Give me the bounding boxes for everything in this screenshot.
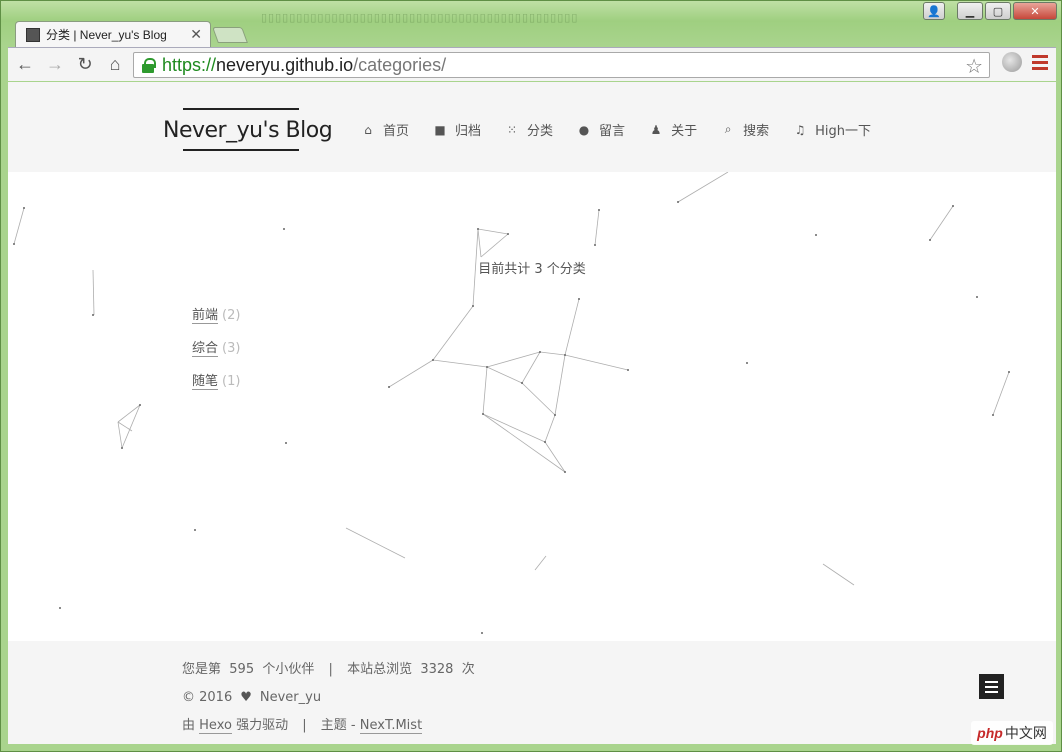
menu-label: 搜索 [743, 124, 770, 139]
favicon-icon [26, 27, 40, 42]
category-list: 前端 (2) 综合 (3) 随笔 (1) [192, 304, 240, 403]
powered-prefix: 由 [182, 718, 196, 733]
profile-icon[interactable]: 👤 [923, 2, 945, 20]
reload-icon[interactable]: ↻ [72, 52, 98, 78]
back-icon[interactable]: ← [12, 52, 38, 78]
pv-count: 3328 [420, 662, 454, 677]
address-bar[interactable]: https:// neveryu.github.io /categories/ … [133, 52, 990, 78]
menu-label: 关于 [671, 124, 698, 139]
category-count-badge: (3) [222, 341, 241, 356]
menu-item-home[interactable]: ⌂ 首页 [361, 120, 410, 140]
globe-icon[interactable] [1002, 52, 1022, 72]
menu-label: 归档 [455, 124, 482, 139]
sidebar-toggle-button[interactable] [979, 674, 1004, 699]
visitor-count: 595 [229, 662, 255, 677]
particle-background [13, 172, 1010, 634]
lock-icon [142, 58, 156, 73]
user-icon: ♟ [650, 122, 662, 137]
separator: | [302, 718, 307, 733]
browser-window: ▯▯▯▯▯▯▯▯▯▯▯▯▯▯▯▯▯▯▯▯▯▯▯▯▯▯▯▯▯▯▯▯▯▯▯▯▯▯▯▯… [0, 0, 1062, 752]
url-host: neveryu.github.io [216, 54, 354, 75]
menu-item-high[interactable]: ♫ High一下 [793, 120, 871, 140]
forward-icon[interactable]: → [42, 52, 68, 78]
separator: | [328, 662, 333, 677]
site-title[interactable]: Never_yu's Blog [163, 110, 333, 149]
list-item: 综合 (3) [192, 337, 240, 370]
menu-icon[interactable] [1032, 54, 1048, 70]
footer-copyright: © 2016 ♥ Never_yu [182, 684, 475, 712]
theme-prefix: 主题 - [320, 718, 356, 733]
theme-link[interactable]: NexT.Mist [359, 718, 423, 734]
tab-close-icon[interactable]: ✕ [190, 26, 202, 43]
list-item: 随笔 (1) [192, 370, 240, 403]
site-brand[interactable]: Never_yu's Blog [163, 108, 333, 151]
window-controls: 👤 ▁ ▢ ✕ [923, 2, 1057, 20]
heart-icon: ♥ [240, 690, 252, 705]
menu-item-about[interactable]: ♟ 关于 [649, 120, 698, 140]
menu-item-archives[interactable]: ■ 归档 [433, 120, 482, 140]
tab-strip: ▯▯▯▯▯▯▯▯▯▯▯▯▯▯▯▯▯▯▯▯▯▯▯▯▯▯▯▯▯▯▯▯▯▯▯▯▯▯▯▯… [1, 1, 1061, 47]
search-icon: ⌕ [724, 122, 732, 136]
menu-label: 分类 [527, 124, 554, 139]
home-icon: ⌂ [364, 122, 372, 137]
close-window-button[interactable]: ✕ [1013, 2, 1057, 20]
footer-stats: 您是第 595 个小伙伴 | 本站总浏览 3328 次 [182, 656, 475, 684]
list-item: 前端 (2) [192, 304, 240, 337]
pv-suffix: 次 [461, 662, 475, 677]
menu-label: 留言 [599, 124, 626, 139]
category-count-badge: (2) [222, 308, 241, 323]
menu-item-search[interactable]: ⌕ 搜索 [721, 120, 769, 139]
home-icon[interactable]: ⌂ [102, 52, 128, 78]
category-link-essay[interactable]: 随笔 [192, 374, 219, 390]
menu-item-categories[interactable]: ⁙ 分类 [505, 120, 554, 140]
grid-icon: ⁙ [507, 122, 518, 137]
site-header: Never_yu's Blog ⌂ 首页 ■ 归档 ⁙ 分类 ● 留言 ♟ 关于… [8, 82, 1056, 172]
tab-active[interactable]: 分类 | Never_yu's Blog ✕ [15, 21, 211, 47]
minimize-button[interactable]: ▁ [957, 2, 983, 20]
star-icon[interactable]: ☆ [965, 54, 983, 79]
visitor-prefix: 您是第 [182, 662, 222, 677]
category-link-general[interactable]: 综合 [192, 341, 219, 357]
category-link-frontend[interactable]: 前端 [192, 308, 219, 324]
menu-label: 首页 [383, 124, 410, 139]
url-scheme: https:// [162, 54, 217, 75]
comment-icon: ● [578, 122, 590, 137]
copyright: © 2016 [182, 690, 233, 705]
watermark-php: php [977, 725, 1003, 741]
category-count-badge: (1) [222, 374, 241, 389]
menu-item-guestbook[interactable]: ● 留言 [577, 120, 626, 140]
category-count: 目前共计 3 个分类 [478, 262, 586, 277]
footer-powered: 由 Hexo 强力驱动 | 主题 - NexT.Mist [182, 712, 475, 740]
author: Never_yu [259, 690, 322, 705]
music-icon: ♫ [794, 122, 806, 137]
pv-prefix: 本站总浏览 [347, 662, 413, 677]
php-watermark: php 中文网 [971, 721, 1053, 745]
hexo-link[interactable]: Hexo [199, 718, 232, 734]
site-menu: ⌂ 首页 ■ 归档 ⁙ 分类 ● 留言 ♟ 关于 ⌕ 搜索 ♫ High一下 [361, 120, 871, 139]
background-tabs: ▯▯▯▯▯▯▯▯▯▯▯▯▯▯▯▯▯▯▯▯▯▯▯▯▯▯▯▯▯▯▯▯▯▯▯▯▯▯▯▯… [261, 12, 579, 24]
watermark-cn: 中文网 [1004, 725, 1047, 741]
maximize-button[interactable]: ▢ [985, 2, 1011, 20]
url-path: /categories/ [353, 54, 447, 75]
browser-toolbar: ← → ↻ ⌂ https:// neveryu.github.io /cate… [8, 47, 1056, 81]
footer-text: 您是第 595 个小伙伴 | 本站总浏览 3328 次 © 2016 ♥ Never… [182, 656, 475, 740]
archive-icon: ■ [434, 122, 446, 137]
tab-title: 分类 | Never_yu's Blog [46, 28, 167, 42]
page-viewport: Never_yu's Blog ⌂ 首页 ■ 归档 ⁙ 分类 ● 留言 ♟ 关于… [8, 82, 1056, 744]
visitor-suffix: 个小伙伴 [262, 662, 315, 677]
toolbar-right [1002, 52, 1048, 72]
brand-line-bottom [183, 149, 299, 151]
powered-suffix: 强力驱动 [236, 718, 289, 733]
new-tab-button[interactable] [212, 27, 248, 43]
site-footer: 您是第 595 个小伙伴 | 本站总浏览 3328 次 © 2016 ♥ Never… [8, 641, 1056, 744]
menu-label: High一下 [815, 124, 871, 139]
